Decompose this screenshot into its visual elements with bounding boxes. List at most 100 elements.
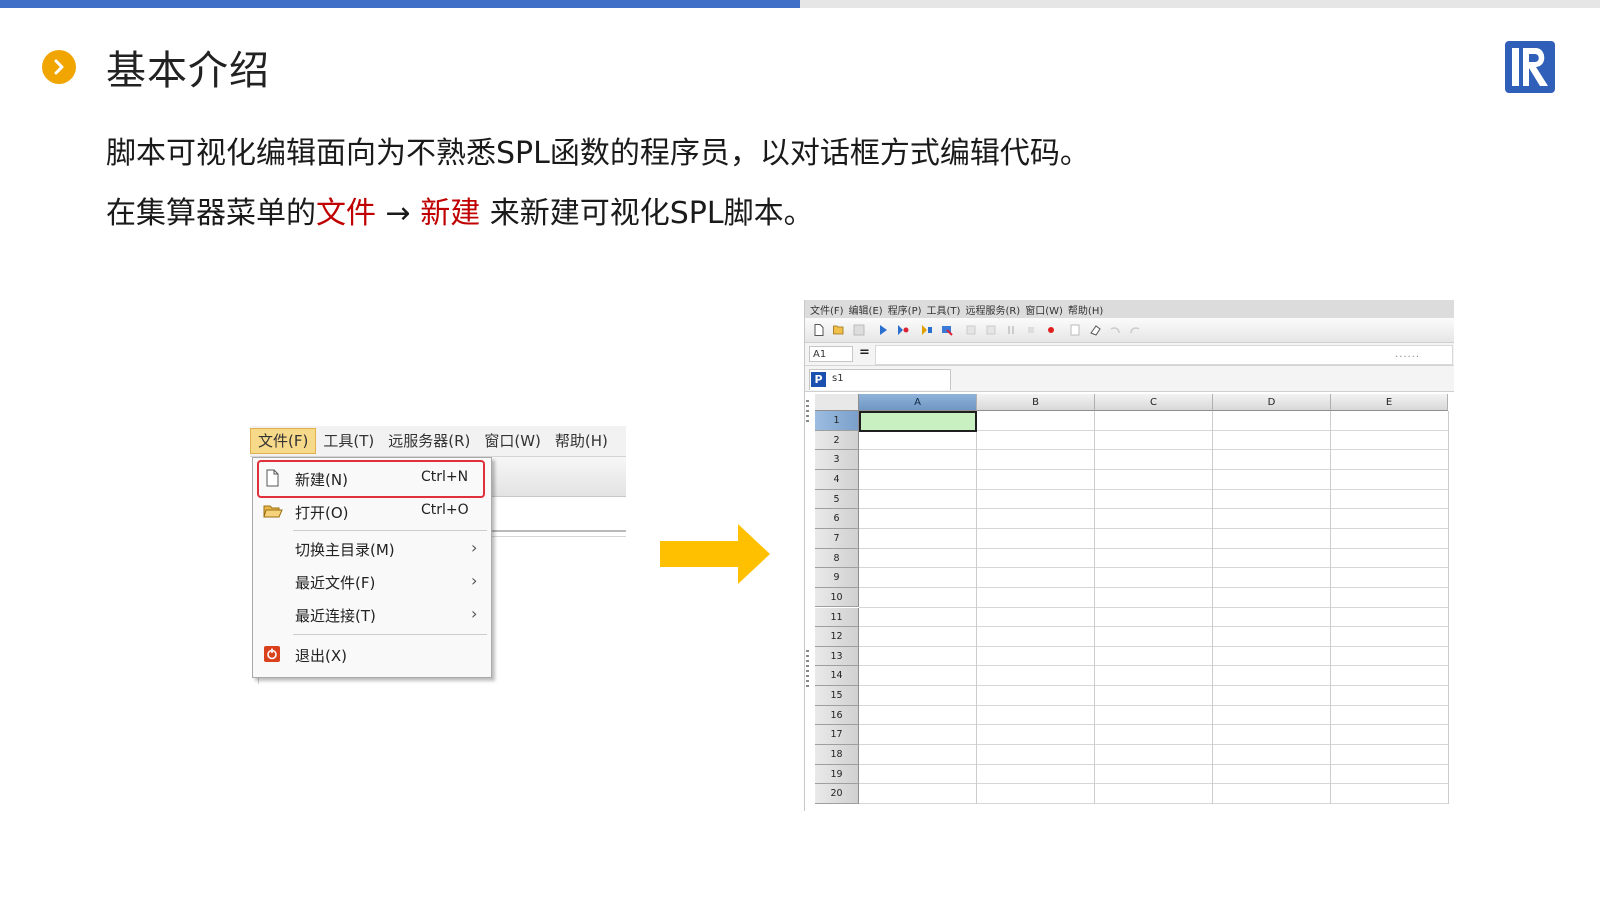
eraser-icon[interactable] xyxy=(1089,324,1101,336)
row-header[interactable]: 1 xyxy=(815,411,859,431)
grid-line xyxy=(859,449,1448,451)
divider xyxy=(482,536,626,537)
row-header[interactable]: 20 xyxy=(815,784,859,804)
file-menu-ref: 文件 xyxy=(316,196,376,231)
menu-item-recent-connections-label: 最近连接(T) xyxy=(295,607,376,625)
grid-line xyxy=(859,468,1448,470)
redo-icon[interactable] xyxy=(1129,324,1141,336)
grid-line xyxy=(859,685,1448,687)
cell-reference-box[interactable]: A1 xyxy=(809,346,853,362)
app-menu-program[interactable]: 程序(P) xyxy=(888,302,922,317)
menu-item-recent-connections[interactable]: 最近连接(T) › xyxy=(253,598,491,630)
row-header[interactable]: 8 xyxy=(815,548,859,569)
run-icon[interactable] xyxy=(877,324,889,336)
formula-input[interactable] xyxy=(875,345,1453,365)
grid-line xyxy=(859,547,1448,549)
row-header[interactable]: 5 xyxy=(815,489,859,510)
calc-icon[interactable] xyxy=(941,324,953,336)
selected-cell-a1[interactable] xyxy=(859,411,977,432)
intro-line-2-prefix: 在集算器菜单的 xyxy=(106,196,316,231)
row-header[interactable]: 18 xyxy=(815,745,859,765)
formula-bar: A1 = xyxy=(805,343,1454,366)
menu-remote-server[interactable]: 远服务器(R) xyxy=(381,428,477,454)
row-header[interactable]: 4 xyxy=(815,469,859,490)
tab-s1[interactable]: P s1 xyxy=(809,369,951,390)
splitter-handle[interactable] xyxy=(806,400,809,424)
cells-area[interactable] xyxy=(859,411,1449,804)
row-header[interactable]: 16 xyxy=(815,705,859,726)
submenu-arrow-icon: › xyxy=(471,604,478,623)
grid-line xyxy=(1448,411,1449,804)
app-menu-edit[interactable]: 编辑(E) xyxy=(849,302,883,317)
intro-line-2: 在集算器菜单的文件 → 新建 来新建可视化SPL脚本。 xyxy=(106,188,814,232)
new-menu-ref: 新建 xyxy=(420,196,481,231)
menu-window[interactable]: 窗口(W) xyxy=(477,428,548,454)
stop-icon[interactable] xyxy=(1025,324,1037,336)
brand-logo xyxy=(1504,40,1556,94)
row-header[interactable]: 10 xyxy=(815,587,859,608)
copy-icon[interactable] xyxy=(1069,324,1081,336)
undo-icon[interactable] xyxy=(1109,324,1121,336)
new-file-icon[interactable] xyxy=(813,324,825,336)
step-icon[interactable] xyxy=(921,324,933,336)
row-header[interactable]: 7 xyxy=(815,528,859,549)
app-menu-file[interactable]: 文件(F) xyxy=(810,302,844,317)
splitter-handle[interactable]: ······ xyxy=(1395,352,1420,363)
save-icon[interactable] xyxy=(853,324,865,336)
menu-help[interactable]: 帮助(H) xyxy=(548,428,615,454)
splitter-handle[interactable] xyxy=(806,650,809,690)
script-icon: P xyxy=(811,372,826,387)
breakpoint-icon[interactable] xyxy=(1045,324,1057,336)
chevron-right-icon xyxy=(42,50,76,84)
row-header[interactable]: 14 xyxy=(815,666,859,687)
grid-line xyxy=(859,704,1448,706)
app-menu-remote-service[interactable]: 远程服务(R) xyxy=(965,302,1020,317)
grid-corner[interactable] xyxy=(815,394,859,411)
row-header[interactable]: 2 xyxy=(815,430,859,451)
app-menu-bar: 文件(F) 编辑(E) 程序(P) 工具(T) 远程服务(R) 窗口(W) 帮助… xyxy=(805,300,1454,318)
grid-line xyxy=(859,803,1448,804)
debug-icon[interactable] xyxy=(897,324,909,336)
menu-item-exit[interactable]: 退出(X) xyxy=(253,638,491,670)
row-header[interactable]: 6 xyxy=(815,509,859,529)
app-menu-help[interactable]: 帮助(H) xyxy=(1068,302,1103,317)
row-header[interactable]: 12 xyxy=(815,627,859,647)
row-header[interactable]: 19 xyxy=(815,764,859,785)
submenu-arrow-icon: › xyxy=(471,538,478,557)
grid-line xyxy=(1094,411,1095,804)
row-header[interactable]: 9 xyxy=(815,568,859,588)
column-header-b[interactable]: B xyxy=(977,394,1095,411)
open-folder-icon[interactable] xyxy=(833,324,845,336)
row-header[interactable]: 11 xyxy=(815,607,859,628)
row-header[interactable]: 3 xyxy=(815,450,859,470)
app-menu-tools[interactable]: 工具(T) xyxy=(927,302,961,317)
menu-item-switch-home[interactable]: 切换主目录(M) › xyxy=(253,532,491,564)
column-header-c[interactable]: C xyxy=(1095,394,1213,411)
grid-line xyxy=(1212,411,1213,804)
app-toolbar xyxy=(805,318,1454,343)
menu-item-recent-files[interactable]: 最近文件(F) › xyxy=(253,565,491,597)
app-menu-window[interactable]: 窗口(W) xyxy=(1025,302,1063,317)
column-header-e[interactable]: E xyxy=(1331,394,1448,411)
progress-bar xyxy=(0,0,1600,8)
row-header[interactable]: 13 xyxy=(815,646,859,667)
equals-button[interactable]: = xyxy=(859,345,870,360)
grid-line xyxy=(859,586,1448,588)
column-header-d[interactable]: D xyxy=(1213,394,1331,411)
row-header[interactable]: 15 xyxy=(815,686,859,706)
menu-tools[interactable]: 工具(T) xyxy=(316,428,381,454)
background-toolbar xyxy=(482,456,626,497)
row-header[interactable]: 17 xyxy=(815,725,859,746)
menu-file[interactable]: 文件(F) xyxy=(250,428,317,454)
pause-icon[interactable] xyxy=(1005,324,1017,336)
menu-item-open[interactable]: 打开(O) Ctrl+O xyxy=(253,495,491,527)
grid-line xyxy=(859,744,1448,746)
column-header-a[interactable]: A xyxy=(859,394,977,411)
grid-line xyxy=(859,488,1448,490)
disabled-tool-icon[interactable] xyxy=(965,324,977,336)
disabled-tool-icon[interactable] xyxy=(985,324,997,336)
grid-line xyxy=(1330,411,1331,804)
divider xyxy=(482,530,626,532)
grid-line xyxy=(859,527,1448,529)
grid-line xyxy=(859,645,1448,647)
